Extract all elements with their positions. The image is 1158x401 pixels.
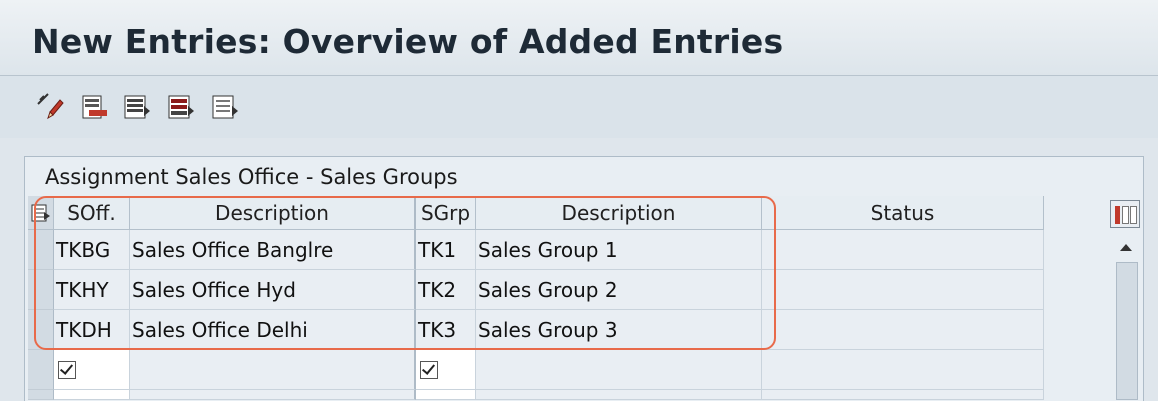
column-header-status[interactable]: Status xyxy=(762,196,1044,230)
cell-soff-description xyxy=(130,390,416,400)
cell-sgrp: TK3 xyxy=(416,310,476,350)
cell-status xyxy=(762,390,1044,400)
column-header-soff[interactable]: SOff. xyxy=(54,196,130,230)
panel-title: Assignment Sales Office - Sales Groups xyxy=(45,165,458,189)
delimit-button[interactable] xyxy=(80,92,110,122)
soff-input[interactable] xyxy=(54,350,130,390)
scroll-track[interactable] xyxy=(1116,262,1138,400)
cell-status xyxy=(762,350,1044,390)
column-header-sgrp[interactable]: SGrp xyxy=(416,196,476,230)
column-header-soff-description[interactable]: Description xyxy=(130,196,416,230)
sgrp-input[interactable] xyxy=(416,350,476,390)
cell-status xyxy=(762,230,1044,270)
cell-sgrp-description xyxy=(476,390,762,400)
cell-sgrp-description: Sales Group 2 xyxy=(476,270,762,310)
cell-sgrp-description: Sales Group 1 xyxy=(476,230,762,270)
cell-sgrp-description xyxy=(476,350,762,390)
column-config-icon-part xyxy=(1122,206,1129,224)
deselect-all-icon xyxy=(212,95,238,119)
scroll-up-button[interactable] xyxy=(1114,236,1138,258)
column-header-sgrp-description[interactable]: Description xyxy=(476,196,762,230)
input-help-checkbox-icon xyxy=(420,360,438,379)
page-title: New Entries: Overview of Added Entries xyxy=(32,22,784,61)
cell-soff-description: Sales Office Banglre xyxy=(130,230,416,270)
table-settings-icon xyxy=(31,204,50,221)
soff-input[interactable] xyxy=(54,390,130,400)
cell-soff: TKHY xyxy=(54,270,130,310)
cell-status xyxy=(762,270,1044,310)
cell-soff-description: Sales Office Hyd xyxy=(130,270,416,310)
cell-sgrp: TK1 xyxy=(416,230,476,270)
select-all-icon xyxy=(124,95,150,119)
toolbar xyxy=(0,76,1158,138)
cell-status xyxy=(762,310,1044,350)
row-selector[interactable] xyxy=(28,270,54,310)
title-bar: New Entries: Overview of Added Entries xyxy=(0,0,1158,76)
select-all-rows-button[interactable] xyxy=(28,196,54,230)
display-change-icon xyxy=(37,93,64,120)
cell-soff: TKBG xyxy=(54,230,130,270)
input-help-checkbox-icon xyxy=(58,360,76,379)
select-all-button[interactable] xyxy=(122,92,152,122)
row-selector[interactable] xyxy=(28,350,54,390)
display-change-button[interactable] xyxy=(36,92,66,122)
row-selector[interactable] xyxy=(28,310,54,350)
delimit-icon xyxy=(82,95,107,119)
cell-soff-description: Sales Office Delhi xyxy=(130,310,416,350)
row-selector[interactable] xyxy=(28,230,54,270)
deselect-all-button[interactable] xyxy=(210,92,240,122)
column-config-icon xyxy=(1115,206,1120,224)
cell-sgrp-description: Sales Group 3 xyxy=(476,310,762,350)
select-block-icon xyxy=(168,95,194,119)
triangle-up-icon xyxy=(1120,244,1132,251)
select-block-button[interactable] xyxy=(166,92,196,122)
column-configuration-button[interactable] xyxy=(1110,200,1140,228)
row-selector[interactable] xyxy=(28,390,54,400)
sgrp-input[interactable] xyxy=(416,390,476,400)
cell-sgrp: TK2 xyxy=(416,270,476,310)
vertical-scrollbar[interactable] xyxy=(1110,196,1142,400)
cell-soff-description xyxy=(130,350,416,390)
entries-table: SOff. Description SGrp Description Statu… xyxy=(28,196,1044,400)
cell-soff: TKDH xyxy=(54,310,130,350)
column-config-icon-part xyxy=(1130,206,1137,224)
